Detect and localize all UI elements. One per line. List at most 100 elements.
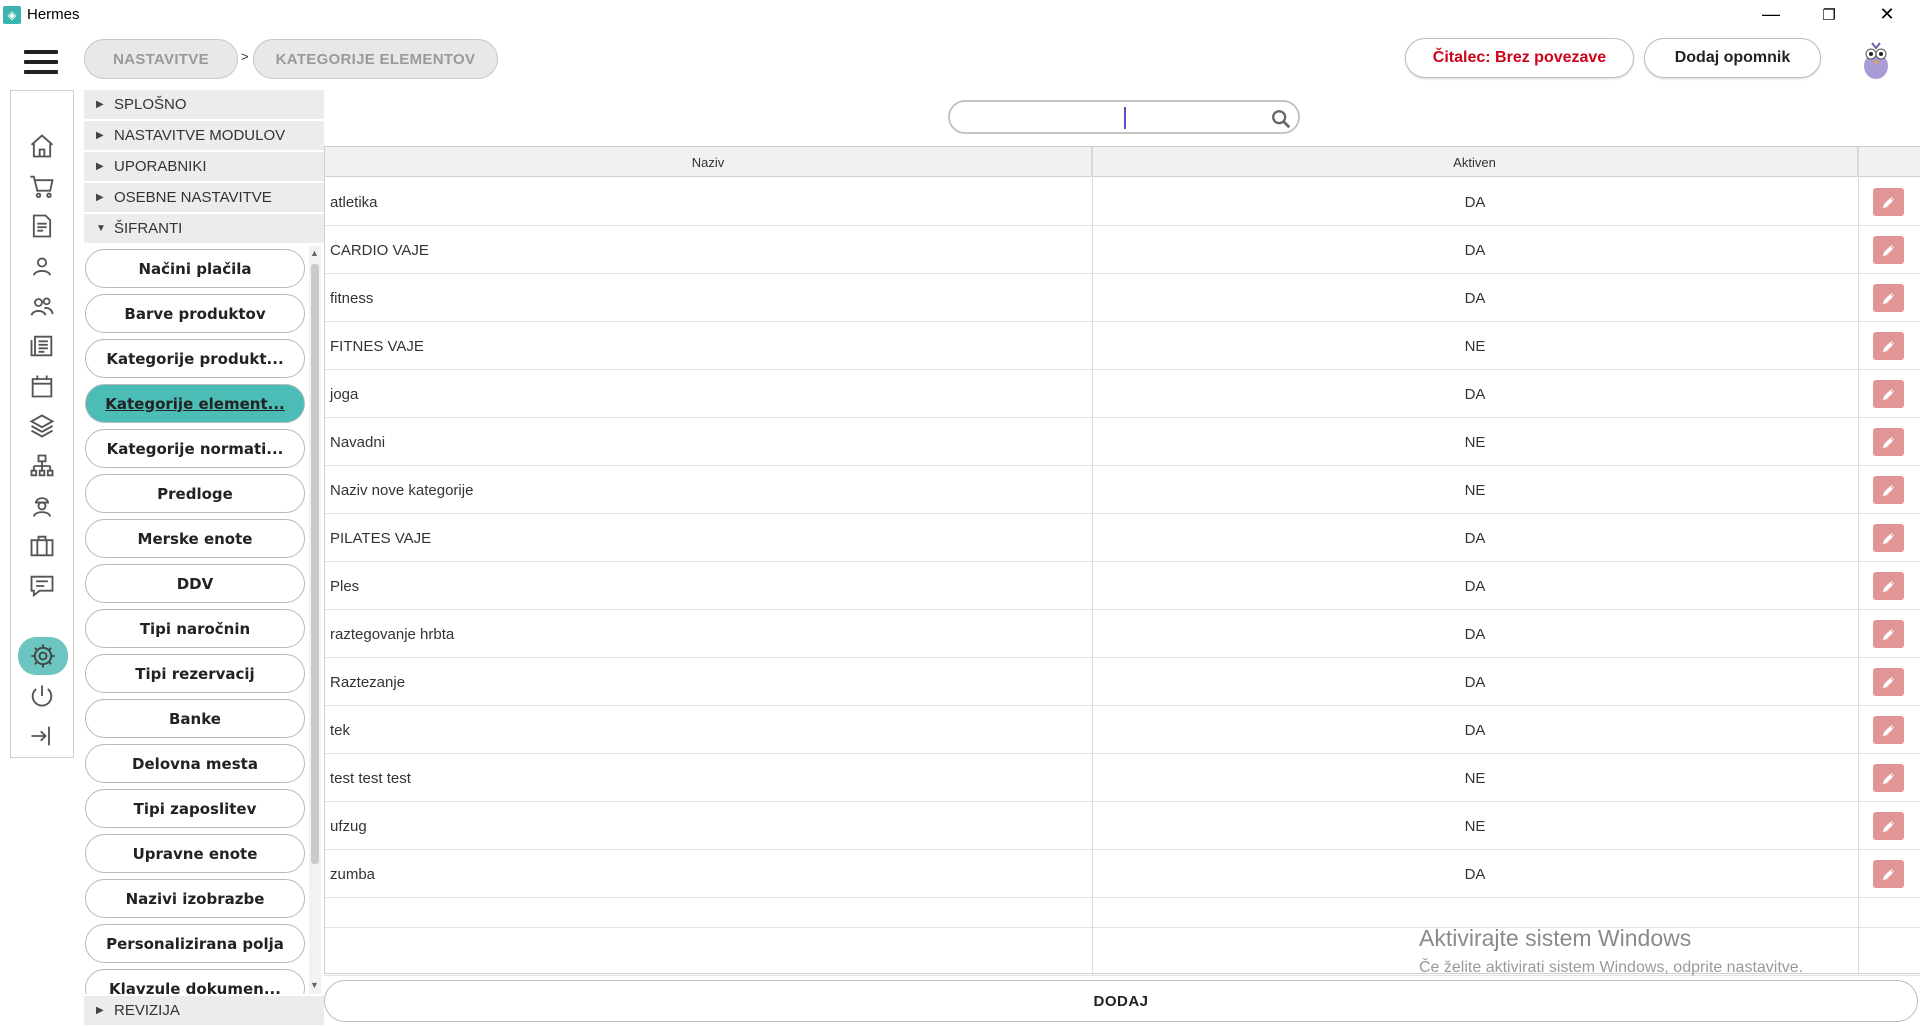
search-input[interactable] [970, 107, 1260, 127]
table-row[interactable]: test test test NE [325, 754, 1920, 802]
nav-item-product-colors[interactable]: Barve produktov [85, 294, 305, 333]
nav-item-job-positions[interactable]: Delovna mesta [85, 744, 305, 783]
empty-row [325, 898, 1920, 928]
edit-button[interactable] [1873, 860, 1904, 888]
edit-button[interactable] [1873, 332, 1904, 360]
minimize-button[interactable]: — [1742, 0, 1800, 29]
edit-button[interactable] [1873, 764, 1904, 792]
nav-item-vat[interactable]: DDV [85, 564, 305, 603]
edit-button[interactable] [1873, 572, 1904, 600]
nav-item-templates[interactable]: Predloge [85, 474, 305, 513]
edit-button[interactable] [1873, 284, 1904, 312]
scrollbar-thumb[interactable] [311, 264, 319, 864]
pencil-icon [1882, 388, 1895, 400]
cell-name: CARDIO VAJE [330, 241, 429, 259]
nav-item-reservation-types[interactable]: Tipi rezervacij [85, 654, 305, 693]
nav-item-document-clauses[interactable]: Klavzule dokumen... [85, 969, 305, 994]
column-header-active[interactable]: Aktiven [1092, 147, 1858, 177]
edit-button[interactable] [1873, 620, 1904, 648]
nav-item-element-categories[interactable]: Kategorije element... [85, 384, 305, 423]
breadcrumb-item-current[interactable]: KATEGORIJE ELEMENTOV [253, 39, 498, 79]
table-row[interactable]: CARDIO VAJE DA [325, 226, 1920, 274]
cell-active: DA [1464, 529, 1486, 547]
gear-icon[interactable] [18, 637, 68, 675]
table-row[interactable]: FITNES VAJE NE [325, 322, 1920, 370]
cart-icon[interactable] [23, 169, 61, 203]
network-icon[interactable] [23, 449, 61, 483]
nav-item-custom-fields[interactable]: Personalizirana polja [85, 924, 305, 963]
nav-item-norm-categories[interactable]: Kategorije normati... [85, 429, 305, 468]
pencil-icon [1882, 436, 1895, 448]
table-row[interactable]: zumba DA [325, 850, 1920, 898]
table-row[interactable]: Navadni NE [325, 418, 1920, 466]
avatar[interactable] [1858, 40, 1894, 80]
nav-section-module-settings[interactable]: ▶ NASTAVITVE MODULOV [84, 121, 324, 151]
chat-icon[interactable] [23, 569, 61, 603]
nav-item-employment-types[interactable]: Tipi zaposlitev [85, 789, 305, 828]
nav-section-codebooks[interactable]: ▼ ŠIFRANTI [84, 214, 324, 244]
add-reminder-button[interactable]: Dodaj opomnik [1644, 38, 1821, 78]
cell-active: DA [1464, 241, 1486, 259]
windows-activation-subtitle: Če želite aktivirati sistem Windows, odp… [1419, 959, 1804, 976]
power-icon[interactable] [23, 679, 61, 713]
edit-button[interactable] [1873, 524, 1904, 552]
briefcase-icon[interactable] [23, 529, 61, 563]
breadcrumb-item-settings[interactable]: NASTAVITVE [84, 39, 238, 79]
nav-section-personal-settings[interactable]: ▶ OSEBNE NASTAVITVE [84, 183, 324, 213]
hamburger-menu-icon[interactable] [24, 50, 58, 74]
nav-section-audit[interactable]: ▶ REVIZIJA [84, 996, 324, 1026]
nav-section-users[interactable]: ▶ UPORABNIKI [84, 152, 324, 182]
home-icon[interactable] [23, 129, 61, 163]
table-row[interactable]: fitness DA [325, 274, 1920, 322]
table-row[interactable]: atletika DA [325, 178, 1920, 226]
cell-active: NE [1464, 769, 1486, 787]
codebook-list-scrollbar[interactable]: ▲ ▼ [309, 246, 321, 994]
nav-item-education-titles[interactable]: Nazivi izobrazbe [85, 879, 305, 918]
table-row[interactable]: ufzug NE [325, 802, 1920, 850]
edit-button[interactable] [1873, 668, 1904, 696]
layers-icon[interactable] [23, 409, 61, 443]
pencil-icon [1882, 628, 1895, 640]
edit-button[interactable] [1873, 428, 1904, 456]
edit-button[interactable] [1873, 236, 1904, 264]
nav-section-general[interactable]: ▶ SPLOŠNO [84, 90, 324, 120]
table-row[interactable]: joga DA [325, 370, 1920, 418]
worker-icon[interactable] [23, 489, 61, 523]
document-icon[interactable] [23, 209, 61, 243]
codebook-list[interactable]: Načini plačila Barve produktov Kategorij… [84, 246, 324, 994]
pencil-icon [1882, 820, 1895, 832]
nav-item-banks[interactable]: Banke [85, 699, 305, 738]
person-icon[interactable] [23, 249, 61, 283]
people-icon[interactable] [23, 289, 61, 323]
nav-item-subscription-types[interactable]: Tipi naročnin [85, 609, 305, 648]
nav-item-admin-units[interactable]: Upravne enote [85, 834, 305, 873]
cell-name: tek [330, 721, 351, 739]
table-row[interactable]: Ples DA [325, 562, 1920, 610]
calendar-icon[interactable] [23, 369, 61, 403]
logout-icon[interactable] [23, 719, 61, 753]
table-row[interactable]: PILATES VAJE DA [325, 514, 1920, 562]
edit-button[interactable] [1873, 476, 1904, 504]
edit-button[interactable] [1873, 380, 1904, 408]
table-row[interactable]: raztegovanje hrbta DA [325, 610, 1920, 658]
column-header-name[interactable]: Naziv [325, 147, 1092, 177]
table-row[interactable]: Naziv nove kategorije NE [325, 466, 1920, 514]
edit-button[interactable] [1873, 188, 1904, 216]
nav-item-payment-methods[interactable]: Načini plačila [85, 249, 305, 288]
search-box[interactable] [948, 100, 1300, 134]
reader-status-button[interactable]: Čitalec: Brez povezave [1405, 38, 1634, 78]
table-row[interactable]: tek DA [325, 706, 1920, 754]
pencil-icon [1882, 772, 1895, 784]
close-button[interactable]: ✕ [1858, 0, 1916, 29]
edit-button[interactable] [1873, 812, 1904, 840]
add-button[interactable]: DODAJ [324, 980, 1918, 1022]
cell-active: DA [1464, 385, 1486, 403]
nav-item-product-categories[interactable]: Kategorije produkt... [85, 339, 305, 378]
cell-active: DA [1464, 289, 1486, 307]
edit-button[interactable] [1873, 716, 1904, 744]
restore-button[interactable]: ❐ [1800, 0, 1858, 29]
search-icon[interactable] [1270, 108, 1292, 130]
nav-item-units[interactable]: Merske enote [85, 519, 305, 558]
newspaper-icon[interactable] [23, 329, 61, 363]
table-row[interactable]: Raztezanje DA [325, 658, 1920, 706]
